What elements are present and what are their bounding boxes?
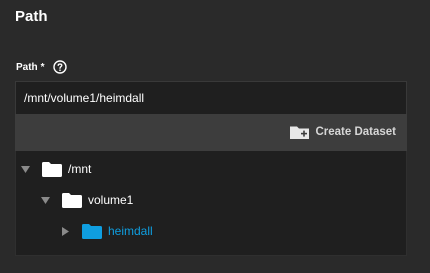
tree-node-label[interactable]: /mnt	[68, 162, 91, 176]
folder-icon	[42, 161, 62, 177]
create-dataset-button[interactable]: Create Dataset	[289, 124, 396, 140]
explorer-toolbar: Create Dataset	[15, 114, 407, 151]
create-dataset-label: Create Dataset	[315, 126, 396, 138]
caret-down-icon[interactable]	[20, 165, 30, 173]
path-input[interactable]	[15, 81, 407, 114]
folder-icon	[82, 223, 102, 239]
tree-node-label[interactable]: heimdall	[108, 224, 153, 238]
caret-right-icon[interactable]	[60, 226, 70, 236]
create-folder-icon	[289, 124, 311, 140]
path-field-label: Path *	[16, 60, 67, 74]
tree-node-mnt[interactable]: /mnt	[20, 159, 91, 179]
tree-node-volume1[interactable]: volume1	[40, 190, 133, 210]
folder-icon	[62, 192, 82, 208]
caret-down-icon[interactable]	[40, 196, 50, 204]
path-label-text: Path	[16, 61, 38, 73]
required-marker: *	[40, 61, 45, 73]
help-icon[interactable]	[52, 60, 67, 74]
directory-tree: /mnt volume1 heimdall	[15, 151, 407, 256]
tree-node-heimdall[interactable]: heimdall	[60, 221, 153, 241]
section-title: Path	[15, 8, 48, 25]
tree-node-label[interactable]: volume1	[88, 193, 133, 207]
